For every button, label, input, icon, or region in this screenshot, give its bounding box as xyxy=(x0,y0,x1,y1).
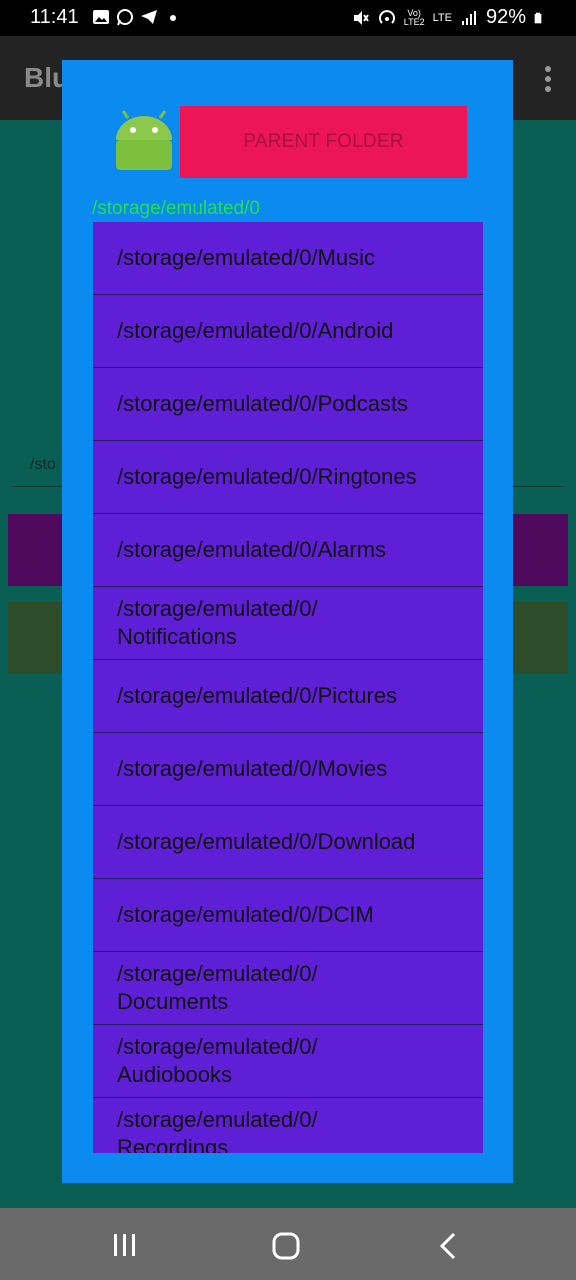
directory-item-label: /storage/emulated/0/Android xyxy=(117,318,394,343)
directory-item[interactable]: /storage/emulated/0/Pictures xyxy=(93,660,483,733)
directory-list[interactable]: /storage/emulated/0/Music/storage/emulat… xyxy=(93,222,483,1153)
lte-icon: LTE xyxy=(432,11,452,24)
directory-item-label: /storage/emulated/0/ Audiobooks xyxy=(117,1034,318,1087)
system-icons: Vo) LTE2 LTE 92% xyxy=(352,6,546,29)
home-icon[interactable] xyxy=(272,1232,300,1260)
directory-item[interactable]: /storage/emulated/0/Music xyxy=(93,222,483,295)
directory-item-label: /storage/emulated/0/ Documents xyxy=(117,961,318,1014)
dot-icon xyxy=(170,15,176,21)
directory-item-label: /storage/emulated/0/DCIM xyxy=(117,902,374,927)
notification-icons xyxy=(92,8,182,26)
battery-percent: 92% xyxy=(485,6,526,28)
more-vert-icon[interactable] xyxy=(544,66,552,92)
status-bar: 11:41 Vo) LTE2 LTE 92% xyxy=(0,0,576,36)
directory-item[interactable]: /storage/emulated/0/Podcasts xyxy=(93,368,483,441)
directory-item-label: /storage/emulated/0/Download xyxy=(117,829,416,854)
whatsapp-icon xyxy=(117,9,133,26)
parent-folder-button[interactable]: PARENT FOLDER xyxy=(180,106,467,178)
directory-item[interactable]: /storage/emulated/0/Alarms xyxy=(93,514,483,587)
directory-item[interactable]: /storage/emulated/0/ Notifications xyxy=(93,587,483,660)
current-path-label: /storage/emulated/0 xyxy=(92,198,260,219)
directory-item-label: /storage/emulated/0/ Recordings xyxy=(117,1107,318,1153)
gallery-icon xyxy=(93,10,109,24)
back-icon[interactable] xyxy=(438,1232,458,1260)
directory-item[interactable]: /storage/emulated/0/Movies xyxy=(93,733,483,806)
directory-item-label: /storage/emulated/0/Podcasts xyxy=(117,391,409,416)
directory-item[interactable]: /storage/emulated/0/ Documents xyxy=(93,952,483,1025)
hotspot-icon xyxy=(378,9,395,24)
directory-item[interactable]: /storage/emulated/0/Ringtones xyxy=(93,441,483,514)
directory-item[interactable]: /storage/emulated/0/Download xyxy=(93,806,483,879)
navigation-bar xyxy=(0,1208,576,1280)
directory-item-label: /storage/emulated/0/Pictures xyxy=(117,683,398,708)
directory-item-label: /storage/emulated/0/ Notifications xyxy=(117,596,318,649)
android-icon xyxy=(116,110,172,170)
battery-icon xyxy=(534,12,542,23)
directory-item[interactable]: /storage/emulated/0/ Recordings xyxy=(93,1098,483,1153)
recents-icon[interactable] xyxy=(112,1232,138,1258)
status-time: 11:41 xyxy=(30,6,79,28)
volte-icon: Vo) LTE2 xyxy=(403,7,425,27)
directory-item-label: /storage/emulated/0/Alarms xyxy=(117,537,387,562)
background-path-field: /sto xyxy=(30,456,56,473)
directory-item-label: /storage/emulated/0/Movies xyxy=(117,756,388,781)
signal-icon xyxy=(461,10,476,25)
directory-item-label: /storage/emulated/0/Music xyxy=(117,245,376,270)
directory-item[interactable]: /storage/emulated/0/DCIM xyxy=(93,879,483,952)
folder-picker-dialog: PARENT FOLDER /storage/emulated/0 /stora… xyxy=(62,60,513,1183)
mute-icon xyxy=(353,10,369,25)
telegram-icon xyxy=(141,10,157,24)
directory-item[interactable]: /storage/emulated/0/ Audiobooks xyxy=(93,1025,483,1098)
directory-item-label: /storage/emulated/0/Ringtones xyxy=(117,464,417,489)
directory-item[interactable]: /storage/emulated/0/Android xyxy=(93,295,483,368)
